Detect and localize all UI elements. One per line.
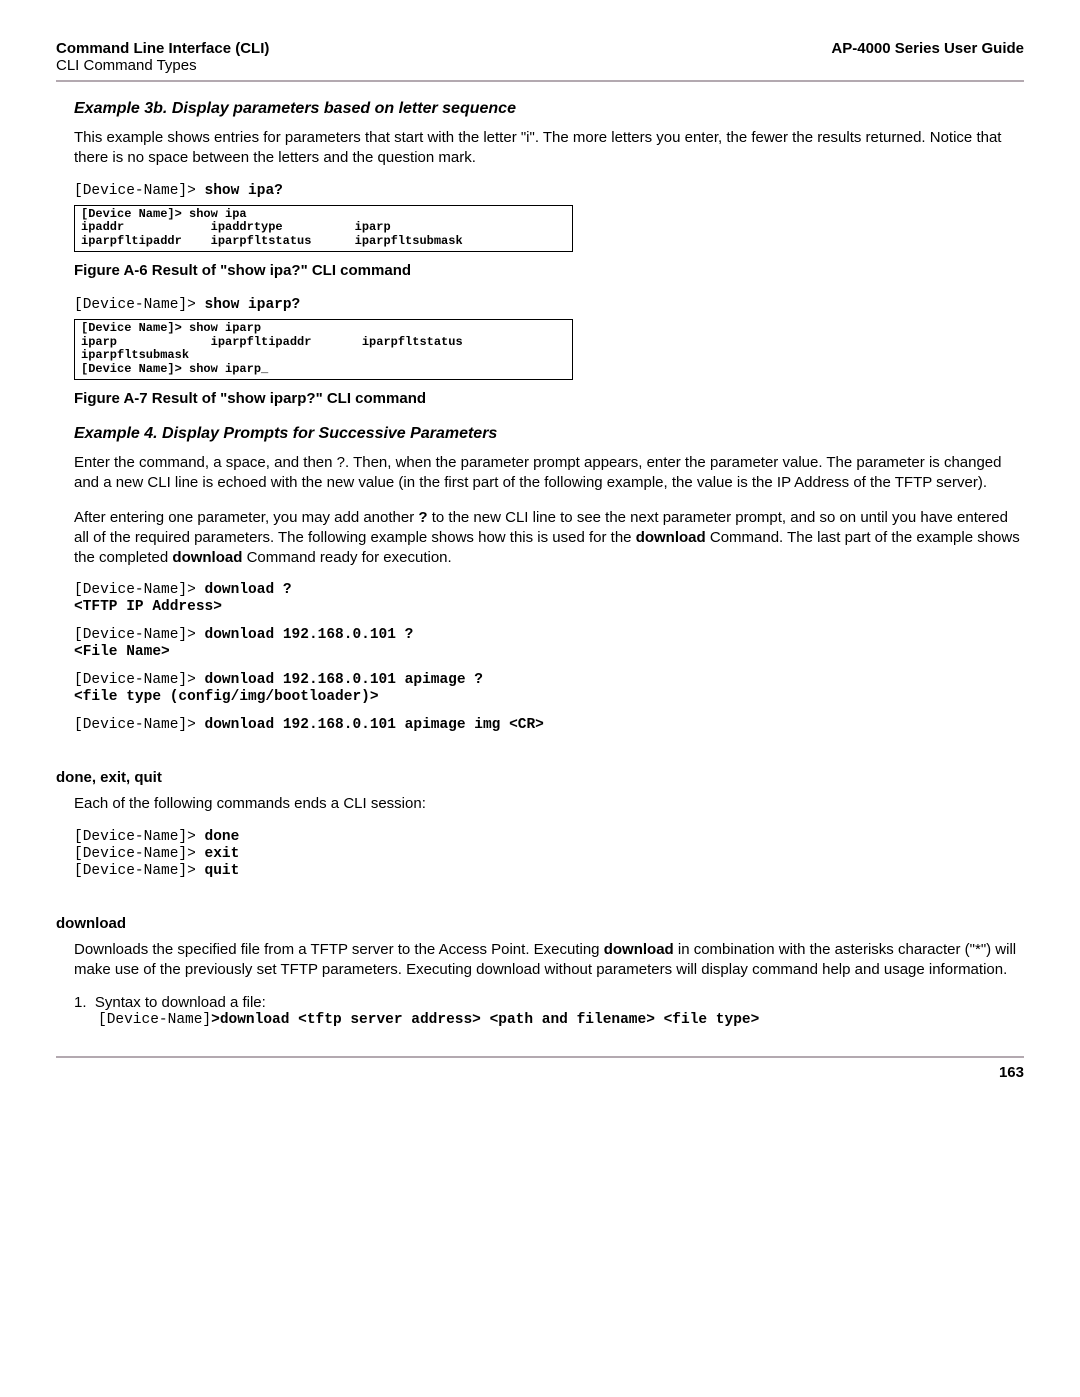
example-4-para2: After entering one parameter, you may ad… (74, 508, 1024, 569)
cli-download-4: [Device-Name]> download 192.168.0.101 ap… (74, 717, 1024, 733)
example-3b-para: This example shows entries for parameter… (74, 128, 1024, 169)
cli-exit: [Device-Name]> exit (74, 846, 1024, 862)
cli-show-iparp: [Device-Name]> show iparp? (74, 297, 1024, 313)
example-4-para1: Enter the command, a space, and then ?. … (74, 453, 1024, 494)
cli-download-1: [Device-Name]> download ? (74, 582, 1024, 598)
header-left-title: Command Line Interface (CLI) (56, 40, 269, 57)
header-right-title: AP-4000 Series User Guide (831, 40, 1024, 57)
cli-done: [Device-Name]> done (74, 829, 1024, 845)
download-para: Downloads the specified file from a TFTP… (74, 940, 1024, 981)
footer-divider (56, 1056, 1024, 1058)
header-divider (56, 80, 1024, 82)
cli-output-filename: <File Name> (74, 644, 1024, 660)
header-left-sub: CLI Command Types (56, 57, 1024, 74)
cli-download-3: [Device-Name]> download 192.168.0.101 ap… (74, 672, 1024, 688)
cli-download-2: [Device-Name]> download 192.168.0.101 ? (74, 627, 1024, 643)
example-4-title: Example 4. Display Prompts for Successiv… (74, 425, 1024, 443)
figure-a6-caption: Figure A-6 Result of "show ipa?" CLI com… (74, 262, 1024, 279)
cli-output-tftp: <TFTP IP Address> (74, 599, 1024, 615)
cli-show-ipa: [Device-Name]> show ipa? (74, 183, 1024, 199)
example-3b-title: Example 3b. Display parameters based on … (74, 100, 1024, 118)
cli-output-box-2: [Device Name]> show iparp iparp iparpflt… (74, 319, 573, 380)
page-number: 163 (56, 1064, 1024, 1081)
download-list-item-1: 1. Syntax to download a file: (74, 994, 1024, 1011)
done-heading: done, exit, quit (56, 769, 1024, 786)
cli-output-filetype: <file type (config/img/bootloader)> (74, 689, 1024, 705)
figure-a7-caption: Figure A-7 Result of "show iparp?" CLI c… (74, 390, 1024, 407)
done-intro: Each of the following commands ends a CL… (74, 794, 1024, 814)
cli-download-syntax: [Device-Name]>download <tftp server addr… (98, 1012, 1024, 1028)
download-heading: download (56, 915, 1024, 932)
cli-quit: [Device-Name]> quit (74, 863, 1024, 879)
cli-output-box-1: [Device Name]> show ipa ipaddr ipaddrtyp… (74, 205, 573, 252)
